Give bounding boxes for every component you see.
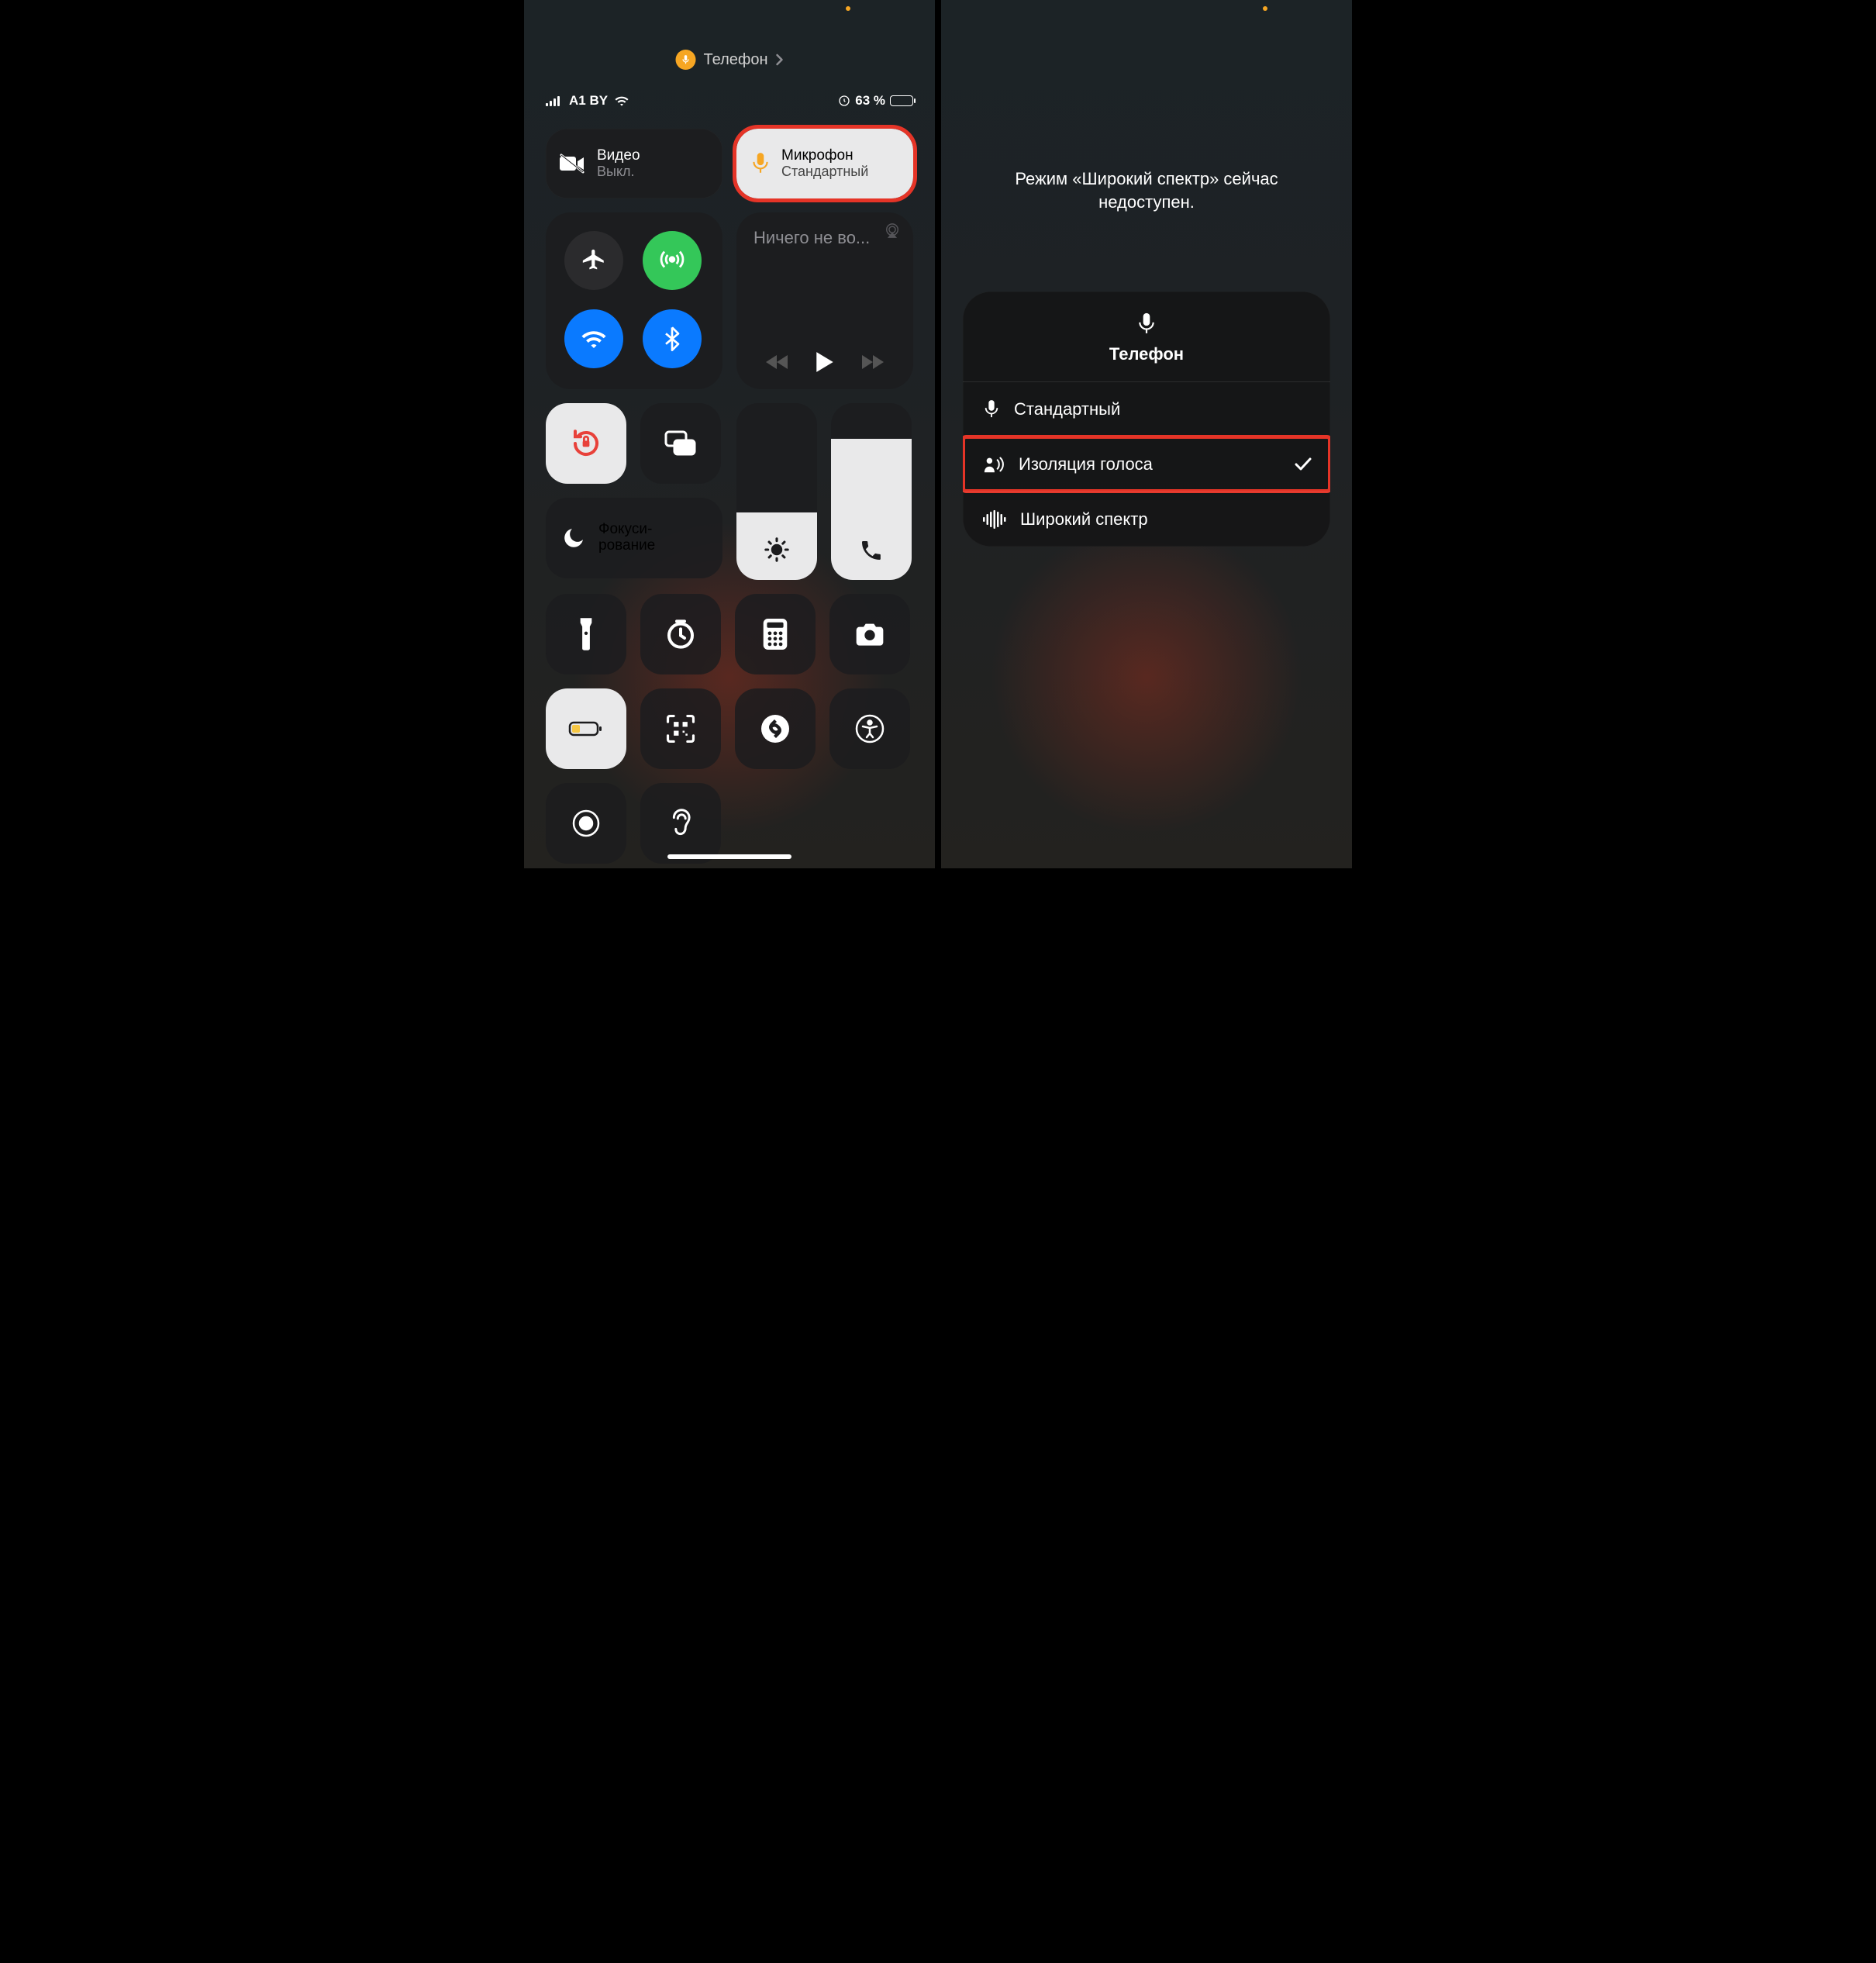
- battery-icon: [890, 95, 913, 106]
- ear-icon: [667, 807, 694, 840]
- carrier-label: A1 BY: [569, 93, 608, 109]
- qr-scan-tile[interactable]: [640, 688, 721, 769]
- menu-item-label: Стандартный: [1014, 399, 1120, 419]
- low-power-tile[interactable]: [546, 688, 626, 769]
- wifi-icon: [614, 95, 629, 106]
- wifi-icon: [581, 328, 607, 350]
- voice-isolation-icon: [983, 454, 1005, 474]
- shazam-tile[interactable]: [735, 688, 816, 769]
- info-message: Режим «Широкий спектр» сейчас недоступен…: [972, 167, 1321, 213]
- next-track-button[interactable]: [860, 354, 884, 371]
- screen-mirroring-tile[interactable]: [640, 403, 721, 484]
- timer-icon: [665, 619, 696, 650]
- timer-tile[interactable]: [640, 594, 721, 674]
- menu-item-label: Изоляция голоса: [1019, 454, 1153, 474]
- video-effects-tile[interactable]: Видео Выкл.: [546, 129, 722, 198]
- video-subtitle: Выкл.: [597, 164, 640, 180]
- camera-icon: [854, 622, 885, 647]
- chevron-right-icon: [775, 53, 783, 66]
- focus-label: Фокуси- рование: [598, 522, 655, 554]
- mic-mode-tile[interactable]: Микрофон Стандартный: [736, 129, 913, 198]
- microphone-icon: [676, 50, 696, 70]
- mic-active-dot: [846, 6, 850, 11]
- mic-title: Микрофон: [781, 147, 868, 164]
- video-off-icon: [560, 154, 586, 174]
- mic-mode-menu: Телефон Стандартный Изоляция голоса Широ…: [963, 292, 1330, 547]
- rotation-lock-icon: [838, 95, 850, 107]
- phone-icon: [859, 538, 884, 563]
- active-app-label: Телефон: [704, 51, 768, 69]
- mic-subtitle: Стандартный: [781, 164, 868, 180]
- microphone-icon: [1136, 312, 1157, 336]
- checkmark-icon: [1295, 457, 1312, 471]
- volume-slider[interactable]: [831, 403, 912, 580]
- shazam-icon: [760, 713, 791, 744]
- mic-mode-wide-spectrum[interactable]: Широкий спектр: [963, 492, 1330, 547]
- wide-spectrum-icon: [983, 510, 1006, 529]
- rotation-lock-icon: [570, 427, 602, 460]
- antenna-icon: [659, 247, 685, 274]
- connectivity-tile[interactable]: [546, 212, 722, 389]
- mic-mode-standard[interactable]: Стандартный: [963, 381, 1330, 436]
- calculator-tile[interactable]: [735, 594, 816, 674]
- accessibility-icon: [854, 713, 885, 744]
- record-icon: [571, 808, 602, 839]
- bluetooth-icon: [664, 326, 680, 351]
- focus-tile[interactable]: Фокуси- рование: [546, 498, 722, 578]
- camera-tile[interactable]: [829, 594, 910, 674]
- rotation-lock-toggle[interactable]: [546, 403, 626, 484]
- wifi-toggle[interactable]: [564, 309, 623, 368]
- hearing-tile[interactable]: [640, 783, 721, 864]
- mic-mode-voice-isolation[interactable]: Изоляция голоса: [963, 436, 1330, 492]
- screen-record-tile[interactable]: [546, 783, 626, 864]
- play-button[interactable]: [815, 350, 835, 374]
- microphone-icon: [750, 152, 771, 175]
- microphone-icon: [983, 399, 1000, 419]
- calculator-icon: [763, 619, 788, 650]
- prev-track-button[interactable]: [766, 354, 789, 371]
- airplane-toggle[interactable]: [564, 231, 623, 290]
- cellular-icon: [546, 95, 563, 106]
- battery-percent-label: 63 %: [855, 93, 885, 109]
- control-center-screen: Телефон A1 BY 63 % Видео Выкл.: [524, 0, 935, 868]
- bluetooth-toggle[interactable]: [643, 309, 702, 368]
- menu-item-label: Широкий спектр: [1020, 509, 1148, 530]
- home-indicator[interactable]: [667, 854, 791, 859]
- menu-header: Телефон: [963, 292, 1330, 381]
- moon-icon: [561, 526, 586, 550]
- cellular-toggle[interactable]: [643, 231, 702, 290]
- qr-icon: [666, 714, 695, 743]
- mic-mode-menu-screen: Режим «Широкий спектр» сейчас недоступен…: [941, 0, 1352, 868]
- media-tile[interactable]: Ничего не во...: [736, 212, 913, 389]
- active-app-pill[interactable]: Телефон: [676, 50, 784, 70]
- screen-mirroring-icon: [664, 430, 698, 457]
- battery-low-icon: [568, 719, 604, 738]
- menu-title: Телефон: [963, 344, 1330, 364]
- flashlight-icon: [578, 618, 595, 650]
- sun-icon: [764, 536, 790, 563]
- flashlight-tile[interactable]: [546, 594, 626, 674]
- airplay-icon: [884, 223, 901, 239]
- video-title: Видео: [597, 147, 640, 164]
- now-playing-label: Ничего не во...: [754, 228, 896, 248]
- accessibility-tile[interactable]: [829, 688, 910, 769]
- mic-active-dot: [1263, 6, 1267, 11]
- status-bar: A1 BY 63 %: [524, 93, 935, 109]
- brightness-slider[interactable]: [736, 403, 817, 580]
- airplane-icon: [581, 247, 607, 274]
